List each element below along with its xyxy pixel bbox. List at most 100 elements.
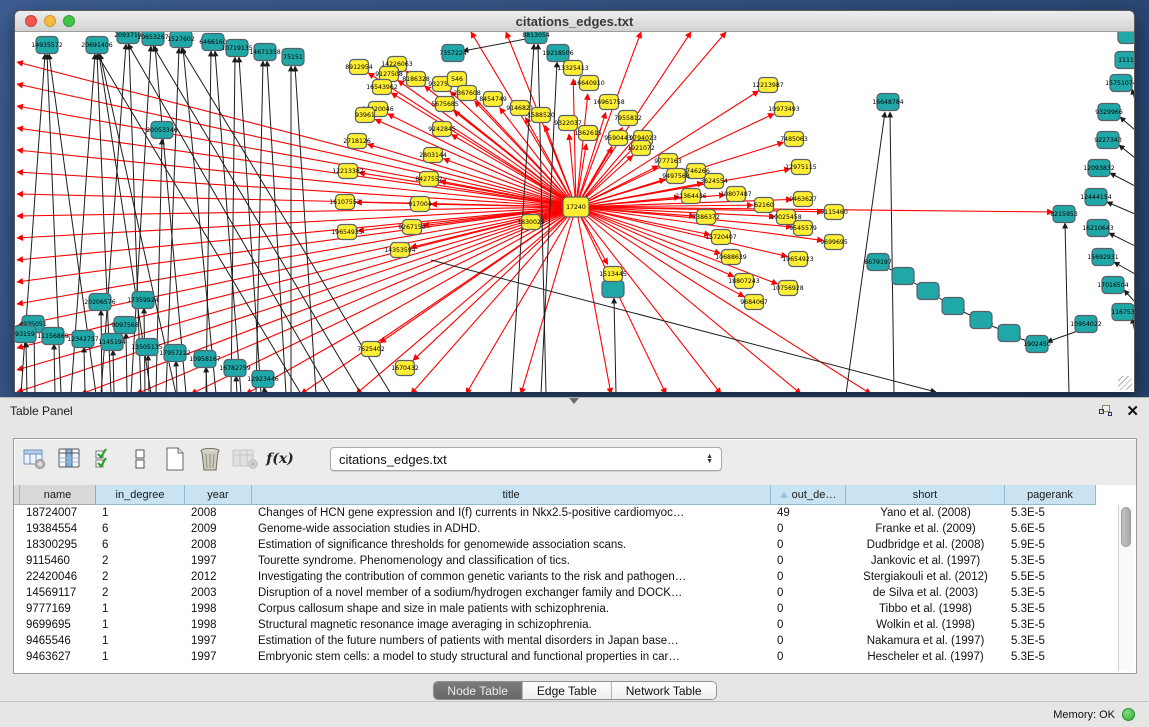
- show-columns-icon[interactable]: [57, 446, 83, 472]
- column-header-pagerank[interactable]: pagerank: [1005, 485, 1096, 505]
- cell-out_de[interactable]: 0: [771, 651, 846, 663]
- cell-year[interactable]: 2012: [185, 571, 252, 583]
- citation-network-graph[interactable]: 1493557220691406209371910653267152760264…: [15, 32, 1134, 392]
- cell-pagerank[interactable]: 5.3E-5: [1005, 587, 1096, 599]
- table-row[interactable]: 1830029562008Estimation of significance …: [14, 537, 1136, 553]
- cell-out_de[interactable]: 0: [771, 539, 846, 551]
- column-header-name[interactable]: name: [20, 485, 96, 505]
- tab-network-table[interactable]: Network Table: [612, 682, 716, 699]
- cell-name[interactable]: 19384554: [20, 523, 96, 535]
- cell-out_de[interactable]: 0: [771, 555, 846, 567]
- cell-short[interactable]: Franke et al. (2009): [846, 523, 1005, 535]
- table-select-dropdown[interactable]: citations_edges.txt ▲▼: [330, 447, 722, 471]
- network-canvas[interactable]: 1493557220691406209371910653267152760264…: [15, 32, 1134, 392]
- cell-year[interactable]: 1998: [185, 603, 252, 615]
- cell-year[interactable]: 1997: [185, 555, 252, 567]
- close-panel-icon[interactable]: ✕: [1126, 404, 1139, 419]
- window-resize-grip[interactable]: [1118, 376, 1132, 390]
- column-header-short[interactable]: short: [846, 485, 1005, 505]
- cell-year[interactable]: 1997: [185, 651, 252, 663]
- cell-short[interactable]: Yano et al. (2008): [846, 507, 1005, 519]
- cell-in_degree[interactable]: 1: [96, 507, 185, 519]
- cell-year[interactable]: 2008: [185, 507, 252, 519]
- window-titlebar[interactable]: citations_edges.txt: [15, 11, 1134, 32]
- cell-pagerank[interactable]: 5.3E-5: [1005, 555, 1096, 567]
- cell-pagerank[interactable]: 5.6E-5: [1005, 523, 1096, 535]
- cell-out_de[interactable]: 0: [771, 523, 846, 535]
- cell-in_degree[interactable]: 2: [96, 555, 185, 567]
- cell-pagerank[interactable]: 5.3E-5: [1005, 635, 1096, 647]
- cell-year[interactable]: 2003: [185, 587, 252, 599]
- cell-out_de[interactable]: 0: [771, 635, 846, 647]
- select-attributes-icon[interactable]: [92, 446, 118, 472]
- cell-name[interactable]: 18300295: [20, 539, 96, 551]
- cell-name[interactable]: 18724007: [20, 507, 96, 519]
- cell-name[interactable]: 14569117: [20, 587, 96, 599]
- table-scrollbar[interactable]: [1118, 505, 1133, 671]
- cell-short[interactable]: Dudbridge et al. (2008): [846, 539, 1005, 551]
- cell-short[interactable]: Nakamura et al. (1997): [846, 635, 1005, 647]
- minimize-window-icon[interactable]: [44, 15, 56, 27]
- column-header-out_de[interactable]: out_de…: [771, 485, 846, 505]
- cell-title[interactable]: Corpus callosum shape and size in male p…: [252, 603, 771, 615]
- cell-short[interactable]: Hescheler et al. (1997): [846, 651, 1005, 663]
- table-body[interactable]: 1872400712008Changes of HCN gene express…: [14, 505, 1136, 665]
- cell-title[interactable]: Structural magnetic resonance image aver…: [252, 619, 771, 631]
- table-row[interactable]: 946362711997Embryonic stem cells: a mode…: [14, 649, 1136, 665]
- panel-splitter-handle[interactable]: [569, 398, 579, 404]
- cell-short[interactable]: Stergiakouli et al. (2012): [846, 571, 1005, 583]
- cell-title[interactable]: Tourette syndrome. Phenomenology and cla…: [252, 555, 771, 567]
- table-settings-icon[interactable]: [22, 446, 48, 472]
- cell-name[interactable]: 9463627: [20, 651, 96, 663]
- function-builder-icon[interactable]: f(x): [267, 446, 293, 472]
- cell-in_degree[interactable]: 6: [96, 539, 185, 551]
- row-height-icon[interactable]: [127, 446, 153, 472]
- zoom-window-icon[interactable]: [63, 15, 75, 27]
- cell-title[interactable]: Estimation of significance thresholds fo…: [252, 539, 771, 551]
- cell-in_degree[interactable]: 1: [96, 619, 185, 631]
- cell-in_degree[interactable]: 1: [96, 635, 185, 647]
- cell-name[interactable]: 9115460: [20, 555, 96, 567]
- cell-title[interactable]: Investigating the contribution of common…: [252, 571, 771, 583]
- cell-year[interactable]: 1998: [185, 619, 252, 631]
- cell-in_degree[interactable]: 2: [96, 587, 185, 599]
- cell-short[interactable]: Jankovic et al. (1997): [846, 555, 1005, 567]
- cell-title[interactable]: Embryonic stem cells: a model to study s…: [252, 651, 771, 663]
- close-window-icon[interactable]: [25, 15, 37, 27]
- cell-pagerank[interactable]: 5.9E-5: [1005, 539, 1096, 551]
- column-header-year[interactable]: year: [185, 485, 252, 505]
- table-row[interactable]: 946554611997Estimation of the future num…: [14, 633, 1136, 649]
- cell-out_de[interactable]: 0: [771, 587, 846, 599]
- cell-name[interactable]: 22420046: [20, 571, 96, 583]
- table-row[interactable]: 977716911998Corpus callosum shape and si…: [14, 601, 1136, 617]
- table-header-row[interactable]: namein_degreeyeartitleout_de…shortpagera…: [14, 485, 1136, 505]
- cell-pagerank[interactable]: 5.5E-5: [1005, 571, 1096, 583]
- create-table-icon[interactable]: [162, 446, 188, 472]
- cell-year[interactable]: 1997: [185, 635, 252, 647]
- column-header-title[interactable]: title: [252, 485, 771, 505]
- float-panel-icon[interactable]: [1099, 405, 1112, 417]
- cell-out_de[interactable]: 0: [771, 603, 846, 615]
- column-header-in_degree[interactable]: in_degree: [96, 485, 185, 505]
- cell-year[interactable]: 2009: [185, 523, 252, 535]
- cell-out_de[interactable]: 49: [771, 507, 846, 519]
- cell-out_de[interactable]: 0: [771, 571, 846, 583]
- cell-title[interactable]: Changes of HCN gene expression and I(f) …: [252, 507, 771, 519]
- cell-name[interactable]: 9465546: [20, 635, 96, 647]
- cell-short[interactable]: Wolkin et al. (1998): [846, 619, 1005, 631]
- scrollbar-thumb[interactable]: [1121, 507, 1131, 547]
- cell-pagerank[interactable]: 5.3E-5: [1005, 651, 1096, 663]
- tab-edge-table[interactable]: Edge Table: [523, 682, 612, 699]
- tab-node-table[interactable]: Node Table: [433, 682, 523, 699]
- cell-name[interactable]: 9699695: [20, 619, 96, 631]
- table-row[interactable]: 1938455462009Genome-wide association stu…: [14, 521, 1136, 537]
- cell-title[interactable]: Disruption of a novel member of a sodium…: [252, 587, 771, 599]
- cell-year[interactable]: 2008: [185, 539, 252, 551]
- cell-short[interactable]: de Silva et al. (2003): [846, 587, 1005, 599]
- cell-pagerank[interactable]: 5.3E-5: [1005, 507, 1096, 519]
- table-row[interactable]: 1872400712008Changes of HCN gene express…: [14, 505, 1136, 521]
- table-row[interactable]: 911546021997Tourette syndrome. Phenomeno…: [14, 553, 1136, 569]
- cell-pagerank[interactable]: 5.3E-5: [1005, 603, 1096, 615]
- cell-pagerank[interactable]: 5.3E-5: [1005, 619, 1096, 631]
- cell-title[interactable]: Genome-wide association studies in ADHD.: [252, 523, 771, 535]
